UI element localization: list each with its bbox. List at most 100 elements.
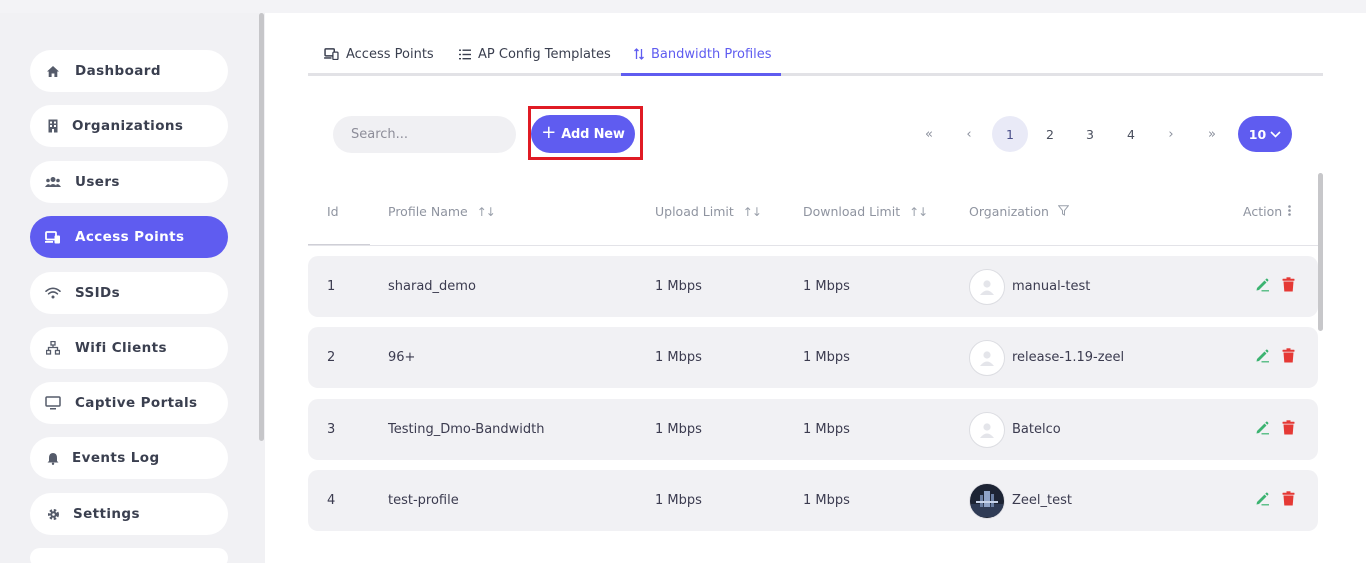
column-header-organization[interactable]: Organization [969, 204, 1070, 219]
organization-name: Zeel_test [1012, 493, 1072, 508]
kebab-menu-icon[interactable] [1288, 204, 1291, 219]
devices-icon [45, 229, 61, 245]
row-actions [1255, 420, 1295, 435]
per-page-select[interactable]: 10 [1238, 116, 1292, 152]
sidebar-item-access-points[interactable]: Access Points [30, 216, 228, 258]
cell-id: 4 [327, 493, 336, 508]
cell-profile-name: test-profile [388, 493, 459, 508]
network-icon [45, 340, 61, 356]
sidebar-item-label: Dashboard [75, 63, 161, 79]
table-row[interactable]: 1 sharad_demo 1 Mbps 1 Mbps manual-test [308, 256, 1318, 317]
per-page-value: 10 [1248, 126, 1267, 142]
bell-icon [45, 450, 61, 466]
sidebar-item-label: Organizations [72, 118, 184, 134]
sidebar-item-label: Wifi Clients [75, 340, 167, 356]
row-actions [1255, 491, 1295, 506]
column-header-action: Action [1243, 204, 1291, 219]
sidebar-item-dashboard[interactable]: Dashboard [30, 50, 228, 92]
gear-icon [45, 506, 61, 522]
edit-icon[interactable] [1255, 491, 1270, 506]
organization-name: release-1.19-zeel [1012, 350, 1125, 365]
page-button-1[interactable]: 1 [992, 116, 1028, 152]
devices-icon [324, 48, 339, 60]
sidebar-item-wifi-clients[interactable]: Wifi Clients [30, 327, 228, 369]
monitor-icon [45, 395, 61, 411]
edit-icon[interactable] [1255, 277, 1270, 292]
sidebar-item-users[interactable]: Users [30, 161, 228, 203]
list-icon [459, 49, 471, 60]
sidebar-item-label: Captive Portals [75, 395, 198, 411]
sidebar-item-captive-portals[interactable]: Captive Portals [30, 382, 228, 424]
edit-icon[interactable] [1255, 348, 1270, 363]
cell-profile-name: sharad_demo [388, 279, 476, 294]
plus-icon: + [541, 122, 557, 143]
tab-label: Bandwidth Profiles [651, 46, 772, 62]
sort-icon[interactable]: ↑↓ [909, 205, 928, 219]
next-page-button[interactable]: › [1153, 116, 1189, 152]
header-divider [308, 245, 1318, 246]
page-button-3[interactable]: 3 [1072, 116, 1108, 152]
cell-upload-limit: 1 Mbps [655, 279, 702, 294]
cell-upload-limit: 1 Mbps [655, 493, 702, 508]
delete-icon[interactable] [1282, 348, 1295, 363]
sidebar-item-label: Access Points [75, 229, 185, 245]
cell-organization: Zeel_test [969, 470, 1072, 531]
sidebar-item-settings[interactable]: Settings [30, 493, 228, 535]
row-actions [1255, 277, 1295, 292]
organization-name: manual-test [1012, 279, 1091, 294]
delete-icon[interactable] [1282, 420, 1295, 435]
table-header: Id Profile Name ↑↓ Upload Limit ↑↓ Downloa… [308, 188, 1318, 246]
tab-bandwidth-profiles[interactable]: Bandwidth Profiles [634, 45, 772, 63]
sort-icon[interactable]: ↑↓ [477, 205, 496, 219]
cell-download-limit: 1 Mbps [803, 422, 850, 437]
sidebar-item-label: Users [75, 174, 120, 190]
cell-organization: manual-test [969, 256, 1090, 317]
tab-access-points[interactable]: Access Points [324, 45, 434, 63]
chevron-down-icon [1270, 130, 1281, 138]
users-icon [45, 174, 61, 190]
table-scrollbar[interactable] [1318, 173, 1323, 331]
column-header-upload-limit[interactable]: Upload Limit ↑↓ [655, 204, 762, 219]
sidebar-item-ssids[interactable]: SSIDs [30, 272, 228, 314]
add-new-button[interactable]: + Add New [531, 115, 635, 153]
cell-download-limit: 1 Mbps [803, 279, 850, 294]
delete-icon[interactable] [1282, 491, 1295, 506]
cell-id: 3 [327, 422, 336, 437]
avatar [969, 482, 1005, 519]
column-label: Action [1243, 204, 1283, 219]
cell-id: 2 [327, 350, 336, 365]
column-label: Download Limit [803, 204, 901, 219]
filter-icon[interactable] [1057, 204, 1070, 219]
table-row[interactable]: 3 Testing_Dmo-Bandwidth 1 Mbps 1 Mbps Ba… [308, 399, 1318, 460]
sidebar-item-partial[interactable] [30, 548, 228, 563]
sidebar-scrollbar[interactable] [259, 13, 264, 441]
column-label: Upload Limit [655, 204, 734, 219]
table-row[interactable]: 4 test-profile 1 Mbps 1 Mbps Zeel_test [308, 470, 1318, 531]
sidebar-item-organizations[interactable]: Organizations [30, 105, 228, 147]
table-row[interactable]: 2 96+ 1 Mbps 1 Mbps release-1.19-zeel [308, 327, 1318, 388]
building-icon [45, 118, 61, 134]
sidebar-item-label: Events Log [72, 450, 160, 466]
tab-ap-config-templates[interactable]: AP Config Templates [459, 45, 611, 63]
prev-page-button[interactable]: ‹ [951, 116, 987, 152]
page-button-2[interactable]: 2 [1032, 116, 1068, 152]
cell-organization: release-1.19-zeel [969, 327, 1124, 388]
first-page-button[interactable]: « [911, 116, 947, 152]
header-divider-accent [308, 244, 370, 245]
edit-icon[interactable] [1255, 420, 1270, 435]
cell-organization: Batelco [969, 399, 1061, 460]
add-new-label: Add New [561, 126, 625, 142]
delete-icon[interactable] [1282, 277, 1295, 292]
search-input[interactable] [333, 116, 516, 153]
avatar [969, 411, 1005, 448]
column-header-download-limit[interactable]: Download Limit ↑↓ [803, 204, 928, 219]
cell-upload-limit: 1 Mbps [655, 422, 702, 437]
page-button-4[interactable]: 4 [1113, 116, 1149, 152]
organization-name: Batelco [1012, 422, 1061, 437]
column-label: Id [327, 204, 339, 219]
last-page-button[interactable]: » [1194, 116, 1230, 152]
column-header-id: Id [327, 204, 339, 219]
column-header-profile-name[interactable]: Profile Name ↑↓ [388, 204, 496, 219]
sidebar-item-events-log[interactable]: Events Log [30, 437, 228, 479]
sort-icon[interactable]: ↑↓ [743, 205, 762, 219]
